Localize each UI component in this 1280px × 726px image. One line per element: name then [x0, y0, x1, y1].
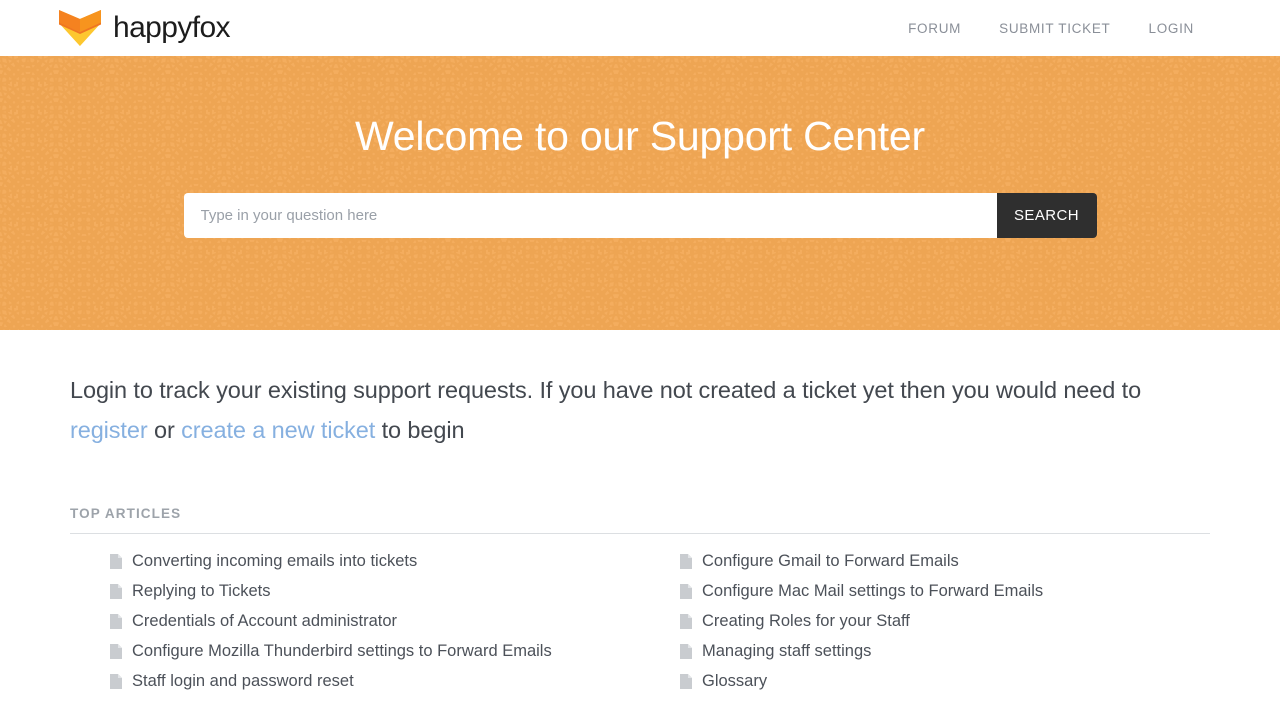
article-link[interactable]: Credentials of Account administrator — [132, 613, 397, 630]
list-item[interactable]: Replying to Tickets — [110, 576, 640, 606]
register-link[interactable]: register — [70, 417, 148, 443]
document-icon — [110, 613, 122, 629]
list-item[interactable]: Converting incoming emails into tickets — [110, 546, 640, 576]
hero-title: Welcome to our Support Center — [354, 113, 925, 159]
document-icon — [680, 673, 692, 689]
article-link[interactable]: Replying to Tickets — [132, 583, 270, 600]
nav-forum[interactable]: FORUM — [908, 21, 961, 36]
list-item[interactable]: Credentials of Account administrator — [110, 606, 640, 636]
intro-paragraph: Login to track your existing support req… — [70, 370, 1210, 450]
document-icon — [110, 583, 122, 599]
article-link[interactable]: Glossary — [702, 673, 767, 690]
document-icon — [680, 643, 692, 659]
document-icon — [680, 583, 692, 599]
search-button[interactable]: SEARCH — [996, 193, 1097, 238]
article-link[interactable]: Converting incoming emails into tickets — [132, 553, 417, 570]
document-icon — [110, 643, 122, 659]
nav-submit-ticket[interactable]: SUBMIT TICKET — [999, 21, 1110, 36]
article-link[interactable]: Configure Mac Mail settings to Forward E… — [702, 583, 1043, 600]
brand-logo-link[interactable]: happyfox — [58, 9, 231, 47]
article-link[interactable]: Staff login and password reset — [132, 673, 354, 690]
article-link[interactable]: Creating Roles for your Staff — [702, 613, 910, 630]
hero-banner: Welcome to our Support Center SEARCH — [0, 56, 1280, 330]
list-item[interactable]: Managing staff settings — [680, 636, 1210, 666]
top-articles-list: Converting incoming emails into tickets … — [70, 546, 1210, 696]
article-link[interactable]: Managing staff settings — [702, 643, 871, 660]
list-item[interactable]: Configure Mozilla Thunderbird settings t… — [110, 636, 640, 666]
nav-login[interactable]: LOGIN — [1148, 21, 1194, 36]
top-articles-right-column: Configure Gmail to Forward Emails Config… — [640, 546, 1210, 696]
list-item[interactable]: Configure Mac Mail settings to Forward E… — [680, 576, 1210, 606]
document-icon — [680, 613, 692, 629]
document-icon — [110, 673, 122, 689]
intro-text-part3: to begin — [375, 417, 465, 443]
site-header: happyfox FORUM SUBMIT TICKET LOGIN — [0, 0, 1280, 56]
top-articles-left-column: Converting incoming emails into tickets … — [70, 546, 640, 696]
top-articles-heading: TOP ARTICLES — [70, 506, 1210, 534]
intro-text-part2: or — [147, 417, 182, 443]
document-icon — [110, 553, 122, 569]
list-item[interactable]: Creating Roles for your Staff — [680, 606, 1210, 636]
intro-text-part1: Login to track your existing support req… — [70, 377, 1142, 403]
list-item[interactable]: Glossary — [680, 666, 1210, 696]
main-navigation: FORUM SUBMIT TICKET LOGIN — [908, 21, 1194, 36]
search-input[interactable] — [183, 193, 997, 238]
document-icon — [680, 553, 692, 569]
brand-name: happyfox — [113, 11, 231, 44]
happyfox-fox-logo-icon — [59, 10, 101, 46]
list-item[interactable]: Staff login and password reset — [110, 666, 640, 696]
main-content: Login to track your existing support req… — [0, 370, 1280, 696]
article-link[interactable]: Configure Mozilla Thunderbird settings t… — [132, 643, 552, 660]
hero-search-form: SEARCH — [183, 193, 1097, 238]
article-link[interactable]: Configure Gmail to Forward Emails — [702, 553, 959, 570]
list-item[interactable]: Configure Gmail to Forward Emails — [680, 546, 1210, 576]
create-new-ticket-link[interactable]: create a new ticket — [181, 417, 375, 443]
